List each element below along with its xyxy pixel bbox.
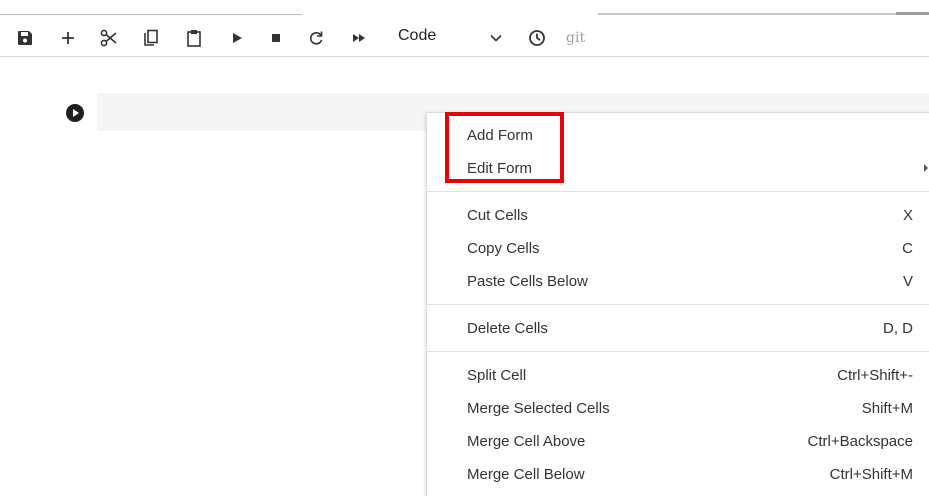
menu-item-label: Split Cell bbox=[467, 367, 527, 384]
restart-button[interactable] bbox=[305, 27, 327, 49]
menu-item-paste-cells-below[interactable]: Paste Cells Below V bbox=[427, 267, 929, 297]
menu-item-shortcut: Shift+M bbox=[861, 400, 913, 417]
copy-button[interactable] bbox=[140, 27, 162, 49]
menu-item-shortcut: Ctrl+Backspace bbox=[807, 433, 913, 450]
menu-item-merge-cell-above[interactable]: Merge Cell Above Ctrl+Backspace bbox=[427, 427, 929, 457]
paste-icon bbox=[186, 29, 202, 47]
menu-item-label: Delete Cells bbox=[467, 320, 548, 337]
menu-separator bbox=[427, 191, 929, 192]
cell-type-dropdown[interactable] bbox=[486, 27, 506, 49]
menu-item-label: Cut Cells bbox=[467, 207, 528, 224]
add-cell-icon bbox=[60, 30, 76, 46]
run-icon bbox=[231, 32, 243, 44]
cell-type-select[interactable]: Code bbox=[398, 25, 436, 47]
notebook-toolbar: Code git bbox=[0, 15, 929, 57]
annotation-highlight-box bbox=[445, 112, 564, 183]
stop-button[interactable] bbox=[265, 27, 287, 49]
git-button[interactable]: git bbox=[566, 27, 585, 49]
menu-item-shortcut: D, D bbox=[883, 320, 913, 337]
menu-separator bbox=[427, 351, 929, 352]
save-icon bbox=[17, 30, 33, 46]
cut-button[interactable] bbox=[98, 27, 120, 49]
menu-item-shortcut: X bbox=[902, 207, 913, 224]
git-label: git bbox=[566, 30, 586, 46]
menu-item-merge-cell-below[interactable]: Merge Cell Below Ctrl+Shift+M bbox=[427, 460, 929, 490]
save-button[interactable] bbox=[14, 27, 36, 49]
cell-type-label: Code bbox=[398, 27, 437, 44]
menu-item-shortcut: Ctrl+Shift+- bbox=[837, 367, 913, 384]
menu-item-merge-selected-cells[interactable]: Merge Selected Cells Shift+M bbox=[427, 394, 929, 424]
menu-item-label: Merge Selected Cells bbox=[467, 400, 610, 417]
menu-item-label: Copy Cells bbox=[467, 240, 540, 257]
menu-item-label: Merge Cell Above bbox=[467, 433, 586, 450]
run-button[interactable] bbox=[226, 27, 248, 49]
run-cell-button[interactable] bbox=[66, 104, 84, 122]
play-circle-icon bbox=[66, 104, 84, 126]
paste-button[interactable] bbox=[183, 27, 205, 49]
menu-item-split-cell[interactable]: Split Cell Ctrl+Shift+- bbox=[427, 361, 929, 391]
stop-icon bbox=[270, 32, 282, 44]
add-cell-button[interactable] bbox=[57, 27, 79, 49]
menu-item-delete-cells[interactable]: Delete Cells D, D bbox=[427, 314, 929, 344]
copy-icon bbox=[143, 29, 159, 47]
menu-separator bbox=[427, 304, 929, 305]
menu-item-shortcut: C bbox=[902, 240, 913, 257]
menu-item-shortcut: Ctrl+Shift+M bbox=[829, 466, 913, 483]
submenu-arrow-icon bbox=[924, 164, 928, 172]
menu-item-label: Merge Cell Below bbox=[467, 466, 585, 483]
fast-forward-button[interactable] bbox=[348, 27, 370, 49]
fast-forward-icon bbox=[351, 32, 367, 44]
menu-item-shortcut: V bbox=[902, 273, 913, 290]
menu-item-copy-cells[interactable]: Copy Cells C bbox=[427, 234, 929, 264]
cut-icon bbox=[100, 29, 118, 47]
restart-icon bbox=[308, 30, 324, 46]
menu-item-cut-cells[interactable]: Cut Cells X bbox=[427, 201, 929, 231]
menu-item-label: Paste Cells Below bbox=[467, 273, 588, 290]
clock-icon bbox=[528, 29, 546, 47]
history-button[interactable] bbox=[526, 27, 548, 49]
chevron-down-icon bbox=[490, 29, 502, 47]
